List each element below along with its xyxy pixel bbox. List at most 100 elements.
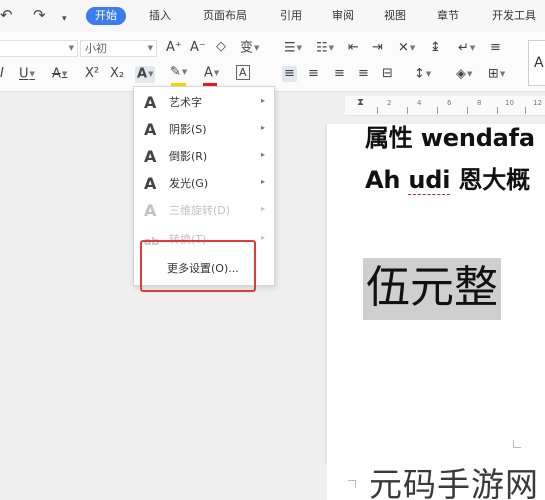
distributed-align-icon[interactable]: ⊟ (382, 66, 393, 82)
redo-icon[interactable]: ↷ (33, 6, 46, 24)
font-size-value: 小初 (85, 42, 107, 55)
numbering-button[interactable]: ☷▼ (316, 40, 334, 57)
ruler-tick: 12 (533, 99, 542, 107)
ruler-mark (525, 107, 526, 114)
ruler-tick: 4 (417, 99, 422, 107)
highlight-button[interactable]: ✎▼ (170, 64, 187, 81)
menu-item-label: 三维旋转(D) (169, 204, 231, 217)
underline-button[interactable]: U▼ (19, 66, 35, 83)
increase-indent-icon[interactable]: ⇥ (372, 40, 383, 56)
style-preview-glyph: A (534, 55, 544, 71)
tab-page-layout[interactable]: 页面布局 (203, 9, 247, 23)
chinese-layout-button[interactable]: ✕▼ (398, 40, 415, 57)
align-center-icon[interactable]: ≡ (308, 66, 319, 82)
watermark-text: 元码手游网 (369, 465, 539, 500)
doc-text: Ah (365, 166, 409, 194)
sort-button[interactable]: ↨ (430, 40, 441, 56)
submenu-arrow-icon: ▸ (260, 150, 265, 159)
tab-review[interactable]: 审阅 (332, 9, 354, 23)
menu-item-glow[interactable]: A 发光(G) ▸ (135, 171, 274, 198)
tab-chapter[interactable]: 章节 (437, 9, 459, 23)
align-right-icon[interactable]: ≡ (334, 66, 345, 82)
subscript-button[interactable]: X₂ (110, 66, 124, 82)
ruler-mark (467, 107, 468, 114)
borders-button[interactable]: ⊞▼ (488, 66, 505, 83)
submenu-arrow-icon: ▸ (260, 177, 265, 186)
ruler-mark (497, 107, 498, 114)
align-left-icon[interactable]: ≡ (282, 66, 297, 82)
numbering-icon: ☷ (316, 40, 328, 56)
doc-text: 属性 (365, 124, 421, 152)
reflection-icon: A (144, 147, 157, 166)
ribbon-tab-row: ↶ ↷ ▾ 开始 插入 页面布局 引用 审阅 视图 章节 开发工具 (0, 0, 545, 32)
text-effect-button[interactable]: A▼ (135, 66, 156, 83)
submenu-arrow-icon: ▸ (260, 123, 265, 132)
submenu-arrow-icon: ▸ (260, 233, 265, 242)
indent-marker-icon[interactable]: ⧗ (357, 97, 364, 108)
superscript-button[interactable]: X² (85, 66, 99, 82)
selected-text[interactable]: 伍元整 (363, 258, 501, 320)
page-corner-mark (513, 440, 521, 448)
quick-access-more-icon[interactable]: ▾ (62, 10, 67, 28)
submenu-arrow-icon: ▸ (260, 204, 265, 213)
document-text-line-2[interactable]: Ah udi 恩大概 (365, 160, 530, 195)
menu-item-shadow[interactable]: A 阴影(S) ▸ (135, 117, 274, 144)
justify-icon[interactable]: ≡ (358, 66, 369, 82)
style-preview[interactable]: A (528, 40, 545, 86)
doc-text: wendafa (420, 124, 535, 152)
show-hide-marks-button[interactable]: ↵▼ (458, 40, 475, 57)
chevron-down-icon[interactable]: ▼ (69, 41, 74, 56)
horizontal-ruler[interactable]: ⧗ 2 4 6 8 10 12 (345, 96, 545, 116)
menu-item-label: 艺术字 (169, 96, 202, 109)
chevron-down-icon[interactable]: ▼ (148, 41, 153, 56)
ruler-tick: 8 (477, 99, 482, 107)
menu-item-wordart[interactable]: A 艺术字 ▸ (135, 90, 274, 117)
document-text-line-1[interactable]: 属性 wendafa (365, 118, 535, 153)
ruler-tick: 6 (447, 99, 452, 107)
font-name-combo[interactable]: ▼ (0, 40, 78, 57)
menu-item-label: 阴影(S) (169, 123, 207, 136)
borders-icon: ⊞ (488, 66, 499, 82)
highlight-annotation-box (140, 240, 256, 292)
grow-font-button[interactable]: A⁺ (166, 40, 182, 56)
italic-button[interactable]: I (0, 66, 4, 82)
strikethrough-icon: A (52, 66, 61, 82)
tab-references[interactable]: 引用 (280, 9, 302, 23)
table-lines-icon[interactable]: ≡ (490, 40, 501, 56)
ruler-mark (437, 107, 438, 114)
ruler-mark (377, 107, 378, 114)
tab-start[interactable]: 开始 (86, 7, 126, 25)
character-border-button[interactable]: A (236, 65, 250, 80)
menu-item-label: 发光(G) (169, 177, 209, 190)
shrink-font-button[interactable]: A⁻ (190, 40, 206, 56)
shading-button[interactable]: ◈▼ (456, 66, 472, 83)
decrease-indent-icon[interactable]: ⇤ (348, 40, 359, 56)
underline-icon: U (19, 66, 29, 82)
phonetic-guide-button[interactable]: 变▼ (240, 40, 259, 57)
ruler-tick: 10 (505, 99, 514, 107)
font-color-button[interactable]: A▼ (204, 65, 219, 82)
bullets-button[interactable]: ☰▼ (284, 40, 302, 57)
tab-view[interactable]: 视图 (384, 9, 406, 23)
line-spacing-icon: ↕ (414, 66, 425, 82)
watermark: 元码手游网 (0, 456, 545, 500)
font-color-icon: A (204, 65, 213, 81)
menu-item-3d-rotation: A 三维旋转(D) ▸ (135, 198, 274, 225)
spell-check-word: udi (408, 166, 451, 195)
tab-insert[interactable]: 插入 (149, 9, 171, 23)
clear-format-icon[interactable]: ◇ (216, 39, 226, 55)
phonetic-guide-icon: 变 (240, 40, 254, 56)
paragraph-mark-icon: ↵ (458, 40, 469, 56)
undo-icon[interactable]: ↶ (0, 6, 13, 24)
line-spacing-button[interactable]: ↕▼ (414, 66, 431, 83)
tab-developer[interactable]: 开发工具 (492, 9, 536, 23)
3d-rotation-icon: A (144, 201, 157, 220)
shadow-icon: A (144, 120, 157, 139)
font-size-combo[interactable]: 小初 ▼ (80, 40, 157, 57)
ruler-mark (407, 107, 408, 114)
text-effect-icon: A (137, 66, 148, 82)
highlighter-icon: ✎ (170, 64, 181, 80)
strikethrough-button[interactable]: A▼ (52, 66, 67, 83)
wordart-icon: A (144, 93, 157, 112)
menu-item-reflection[interactable]: A 倒影(R) ▸ (135, 144, 274, 171)
